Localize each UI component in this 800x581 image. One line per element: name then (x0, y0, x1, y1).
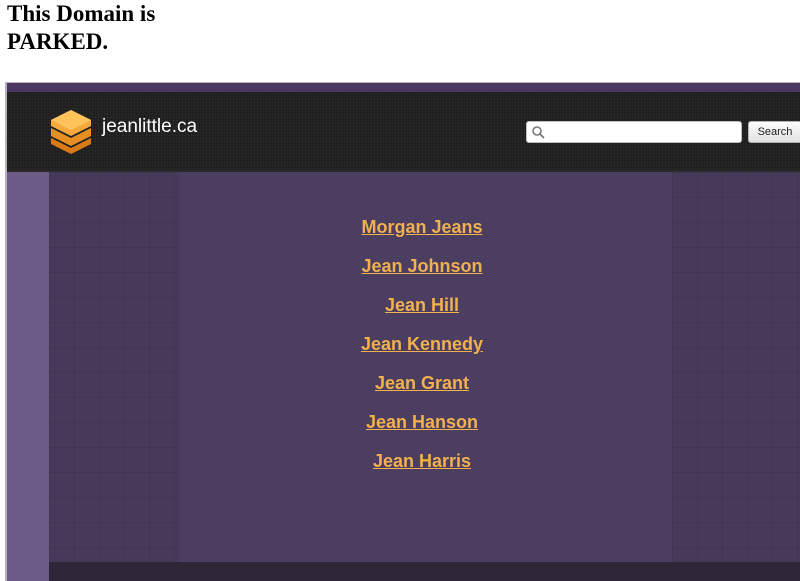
related-link[interactable]: Jean Johnson (361, 256, 482, 276)
related-link[interactable]: Morgan Jeans (361, 217, 482, 237)
list-item: Jean Johnson (222, 247, 622, 286)
decorative-grid-right (672, 172, 800, 562)
search-field[interactable] (526, 121, 742, 143)
list-item: Jean Harris (222, 442, 622, 481)
related-links-list: Morgan Jeans Jean Johnson Jean Hill Jean… (222, 208, 622, 481)
page-heading: This Domain is PARKED. (7, 1, 156, 54)
list-item: Morgan Jeans (222, 208, 622, 247)
related-link[interactable]: Jean Hill (385, 295, 459, 315)
search-input[interactable] (547, 123, 741, 143)
search-button[interactable]: Search (748, 121, 800, 143)
related-link[interactable]: Jean Harris (373, 451, 471, 471)
parked-site-frame: jeanlittle.ca Search Morgan Jeans Jean J… (5, 82, 800, 581)
left-rail (7, 172, 49, 581)
search-icon (532, 126, 545, 139)
stacked-layers-icon (51, 110, 91, 154)
list-item: Jean Hill (222, 286, 622, 325)
list-item: Jean Kennedy (222, 325, 622, 364)
content-bottom-bar (49, 562, 800, 581)
list-item: Jean Hanson (222, 403, 622, 442)
list-item: Jean Grant (222, 364, 622, 403)
related-link[interactable]: Jean Grant (375, 373, 469, 393)
decorative-grid-left (49, 172, 179, 562)
related-link[interactable]: Jean Kennedy (361, 334, 483, 354)
site-name[interactable]: jeanlittle.ca (102, 116, 197, 138)
frame-top-strip (7, 83, 800, 92)
site-header: jeanlittle.ca Search (7, 92, 800, 172)
related-link[interactable]: Jean Hanson (366, 412, 478, 432)
